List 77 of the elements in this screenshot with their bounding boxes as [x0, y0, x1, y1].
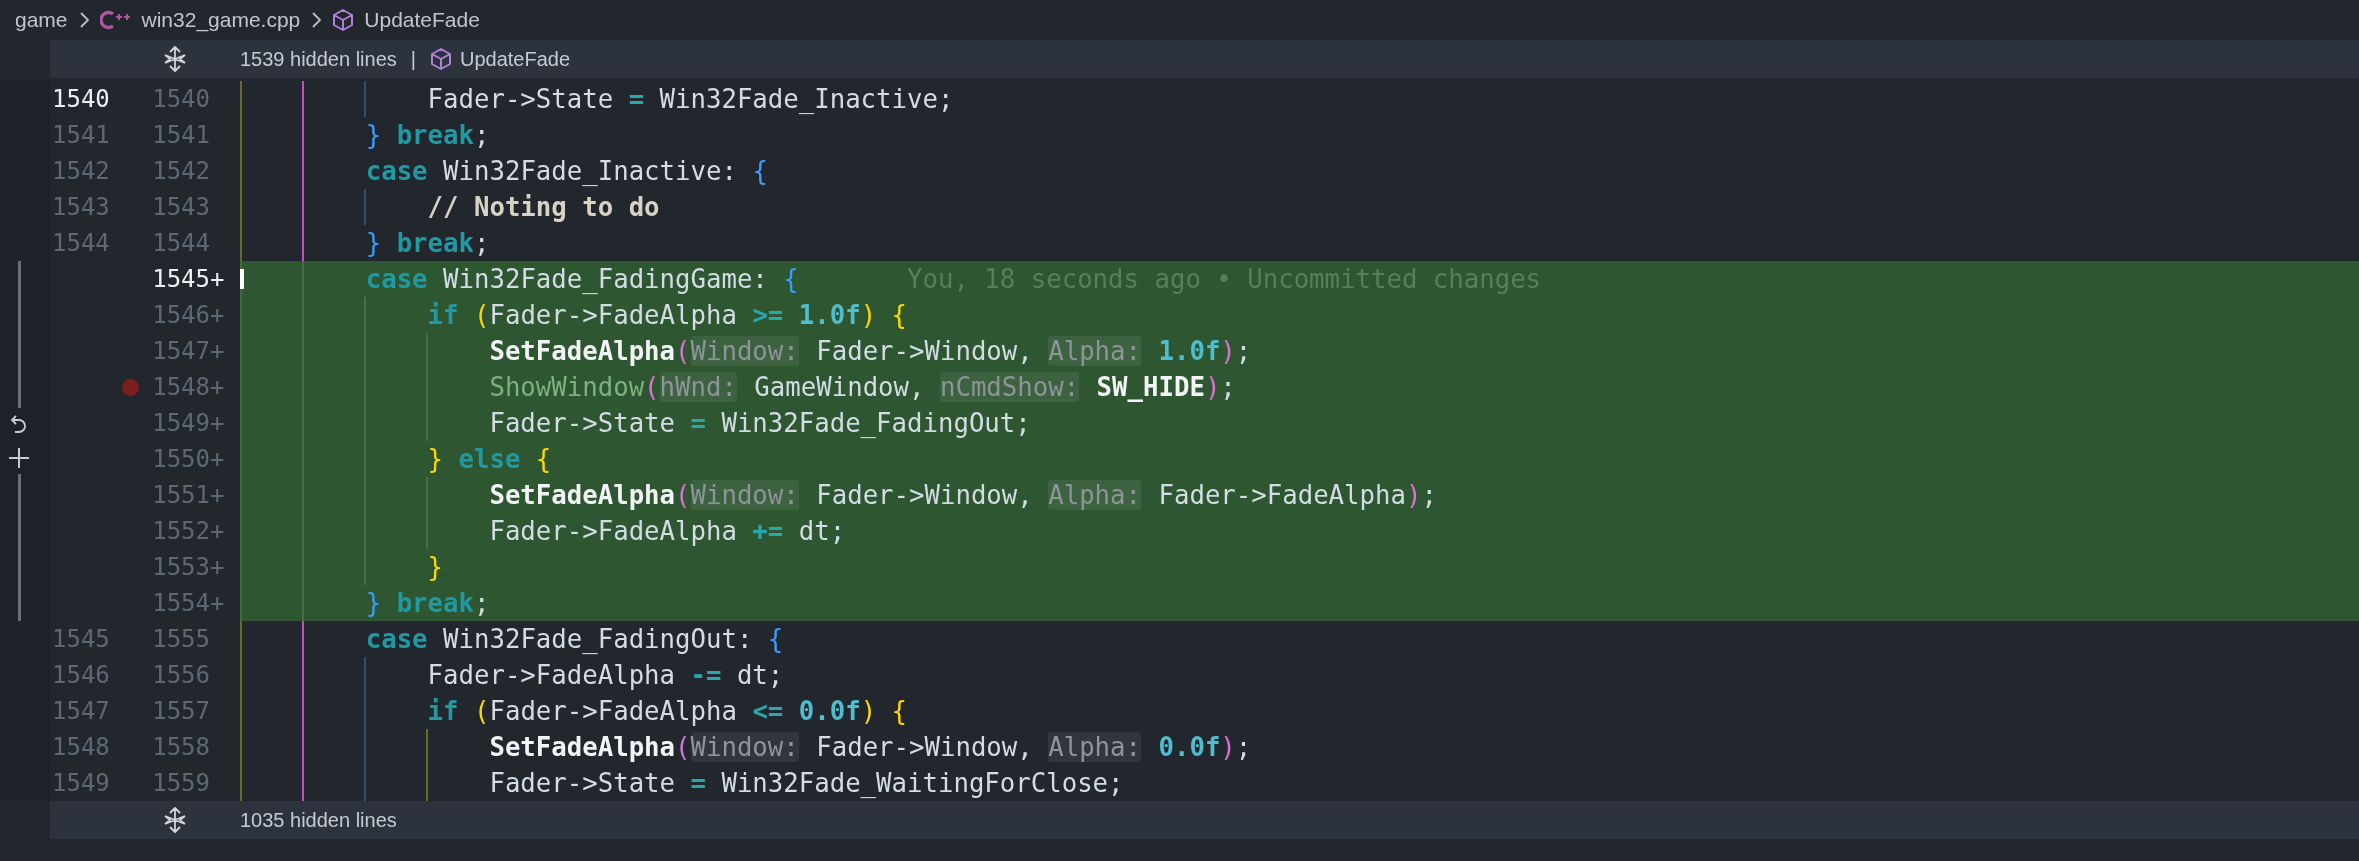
- code-line: ShowWindow(hWnd: GameWindow, nCmdShow: SW_HIDE);: [488, 372, 1236, 402]
- code-line: Fader->State = Win32Fade_FadingOut;: [488, 408, 1031, 438]
- added-marker: +: [210, 445, 225, 473]
- line-number: 1554: [152, 589, 210, 617]
- added-marker: +: [210, 481, 225, 509]
- code-line: Fader->FadeAlpha += dt;: [488, 516, 846, 546]
- fold-bar[interactable]: 1035 hidden lines: [50, 801, 2359, 839]
- code-line: SetFadeAlpha(Window: Fader->Window, Alpha: 0.0f);: [488, 732, 1252, 762]
- line-number: 1549: [52, 769, 110, 797]
- code-line: // Noting to do: [426, 192, 660, 222]
- code-line: } break;: [364, 228, 490, 258]
- line-number: 1547: [52, 697, 110, 725]
- added-marker: +: [210, 373, 225, 401]
- code-line: case Win32Fade_FadingGame: {: [364, 264, 799, 294]
- line-number: 1547: [152, 337, 210, 365]
- line-number: 1558: [152, 733, 210, 761]
- code-line: Fader->State = Win32Fade_Inactive;: [426, 84, 954, 114]
- code-line: } break;: [364, 588, 490, 618]
- breadcrumb-item[interactable]: win32_game.cpp: [141, 8, 301, 32]
- added-marker: +: [210, 265, 225, 293]
- code-line: if (Fader->FadeAlpha >= 1.0f) {: [426, 300, 908, 330]
- line-number: 1553: [152, 553, 210, 581]
- hidden-lines-label: 1035 hidden lines: [240, 808, 397, 832]
- code-line: case Win32Fade_Inactive: {: [364, 156, 768, 186]
- added-marker: +: [210, 589, 225, 617]
- chevron-right-icon: [310, 10, 323, 30]
- line-number: 1543: [152, 193, 210, 221]
- line-number: 1549: [152, 409, 210, 437]
- code-line: }: [426, 552, 444, 582]
- line-number: 1540: [52, 85, 110, 113]
- code-line: Fader->State = Win32Fade_WaitingForClose;: [488, 768, 1124, 798]
- code-line: Fader->FadeAlpha -= dt;: [426, 660, 784, 690]
- line-number: 1548: [152, 373, 210, 401]
- added-marker: +: [210, 337, 225, 365]
- code-line: } break;: [364, 120, 490, 150]
- line-number: 1548: [52, 733, 110, 761]
- line-number: 1556: [152, 661, 210, 689]
- hidden-lines-label: 1539 hidden lines: [240, 47, 397, 71]
- line-number: 1557: [152, 697, 210, 725]
- line-number: 1559: [152, 769, 210, 797]
- added-marker: +: [210, 409, 225, 437]
- symbol-name[interactable]: UpdateFade: [460, 47, 571, 71]
- expand-icon[interactable]: [162, 45, 188, 73]
- file-type-icon: [99, 9, 132, 31]
- code-line: SetFadeAlpha(Window: Fader->Window, Alpha: 1.0f);: [488, 336, 1252, 366]
- line-number: 1541: [152, 121, 210, 149]
- breadcrumb-item[interactable]: UpdateFade: [364, 8, 480, 32]
- fold-bar[interactable]: 1539 hidden lines | UpdateFade: [50, 40, 2359, 78]
- separator: |: [410, 47, 416, 71]
- line-number: 1542: [52, 157, 110, 185]
- code-line: } else {: [426, 444, 552, 474]
- line-number: 1540: [152, 85, 210, 113]
- expand-icon[interactable]: [162, 806, 188, 834]
- line-number: 1546: [52, 661, 110, 689]
- added-marker: +: [210, 517, 225, 545]
- added-marker: +: [210, 553, 225, 581]
- code-line: SetFadeAlpha(Window: Fader->Window, Alpha: Fader->FadeAlpha);: [488, 480, 1437, 510]
- code-line: if (Fader->FadeAlpha <= 0.0f) {: [426, 696, 908, 726]
- line-number: 1543: [52, 193, 110, 221]
- line-number: 1544: [52, 229, 110, 257]
- plus-icon[interactable]: [7, 446, 31, 470]
- chevron-right-icon: [77, 10, 90, 30]
- line-number: 1542: [152, 157, 210, 185]
- cube-icon: [332, 8, 355, 32]
- line-number: 1550: [152, 445, 210, 473]
- line-number: 1541: [52, 121, 110, 149]
- line-number: 1551: [152, 481, 210, 509]
- breadcrumb-item[interactable]: game: [15, 8, 68, 32]
- added-marker: +: [210, 301, 225, 329]
- cube-icon: [430, 47, 452, 71]
- line-number: 1552: [152, 517, 210, 545]
- line-number: 1545: [152, 265, 210, 293]
- line-number: 1555: [152, 625, 210, 653]
- code-line: case Win32Fade_FadingOut: {: [364, 624, 784, 654]
- line-number: 1546: [152, 301, 210, 329]
- line-number: 1545: [52, 625, 110, 653]
- line-number: 1544: [152, 229, 210, 257]
